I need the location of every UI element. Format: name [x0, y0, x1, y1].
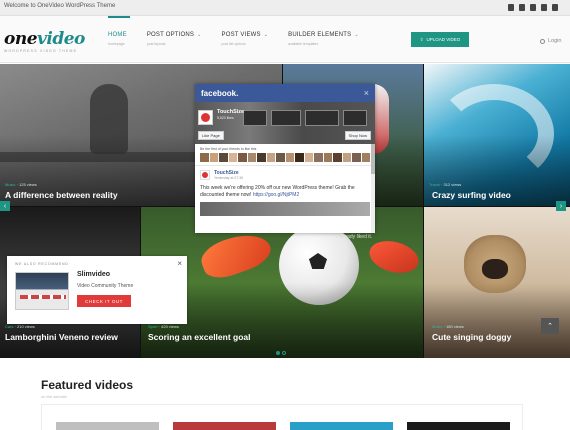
video-meta: Music · 125 views: [5, 182, 37, 187]
friend-avatar[interactable]: [266, 153, 275, 162]
video-meta: Sport · 420 views: [148, 324, 179, 329]
video-title[interactable]: A difference between reality: [5, 190, 118, 200]
close-icon[interactable]: ×: [177, 259, 182, 268]
promo-name: Slimvideo: [77, 271, 111, 278]
featured-thumbnail[interactable]: [290, 422, 393, 430]
close-icon[interactable]: ×: [364, 88, 369, 98]
chevron-down-icon: ⌄: [263, 32, 269, 38]
slider-dot[interactable]: [276, 351, 280, 355]
facebook-icon[interactable]: [508, 4, 514, 11]
recommend-heading: WE ALSO RECOMMEND: [15, 262, 69, 266]
login-link[interactable]: Login: [540, 38, 561, 44]
friend-avatar[interactable]: [361, 153, 370, 162]
active-indicator: [108, 16, 130, 18]
top-bar: Welcome to OneVideo WordPress Theme: [0, 0, 570, 16]
featured-thumbnail[interactable]: [56, 422, 159, 430]
friend-avatar[interactable]: [323, 153, 332, 162]
recommend-popup: WE ALSO RECOMMEND × Slimvideo Video Comm…: [7, 256, 187, 324]
page-name[interactable]: TouchSize: [217, 109, 244, 115]
facebook-popup: facebook. × TouchSize 5,523 likes Like P…: [195, 84, 375, 233]
site-logo[interactable]: onevideo: [4, 29, 85, 49]
facebook-logo: facebook.: [201, 88, 239, 98]
friends-likes: Be the first of your friends to like thi…: [195, 144, 375, 166]
youtube-icon[interactable]: [552, 4, 558, 11]
upload-video-button[interactable]: ⇧ UPLOAD VIDEO: [411, 32, 469, 47]
post-avatar: [200, 170, 210, 180]
page-likes: 5,523 likes: [217, 116, 234, 120]
video-tile[interactable]: Travel · 312 views Crazy surfing video: [424, 64, 570, 206]
main-nav: HOME homepage POST OPTIONS ⌄ post layouts…: [108, 16, 379, 46]
friend-avatar[interactable]: [314, 153, 323, 162]
twitter-icon[interactable]: [519, 4, 525, 11]
friend-avatar[interactable]: [342, 153, 351, 162]
nav-item-post-options[interactable]: POST OPTIONS ⌄ post layouts: [147, 32, 202, 46]
friend-avatar[interactable]: [304, 153, 313, 162]
nav-item-builder-elements[interactable]: BUILDER ELEMENTS ⌄ available templates: [288, 32, 359, 46]
video-title[interactable]: Lamborghini Veneno review: [5, 332, 118, 342]
rss-icon[interactable]: [530, 4, 536, 11]
video-meta: Cars · 210 views: [5, 324, 35, 329]
promo-description: Video Community Theme: [77, 283, 134, 289]
facebook-page-cover: TouchSize 5,523 likes Like Page Shop Now: [195, 102, 375, 144]
friend-avatar[interactable]: [257, 153, 266, 162]
slider-dots: [276, 351, 286, 355]
featured-thumbnails: [56, 422, 510, 430]
featured-subtitle: on the website: [41, 394, 67, 399]
slider-dot[interactable]: [282, 351, 286, 355]
nav-item-home[interactable]: HOME homepage: [108, 16, 130, 46]
chevron-down-icon: ⌄: [354, 32, 359, 38]
scroll-to-top-button[interactable]: ⌃: [541, 318, 559, 334]
chevron-up-icon: ⌃: [547, 323, 553, 330]
site-tagline: WORDPRESS VIDEO THEME: [4, 49, 78, 53]
promo-thumbnail[interactable]: [15, 272, 69, 310]
friend-avatar[interactable]: [352, 153, 361, 162]
friend-avatar[interactable]: [285, 153, 294, 162]
friend-avatar[interactable]: [209, 153, 218, 162]
video-title[interactable]: Scoring an excellent goal: [148, 332, 251, 342]
chevron-down-icon: ⌄: [197, 32, 202, 38]
video-title[interactable]: Cute singing doggy: [432, 332, 511, 342]
friend-avatar[interactable]: [276, 153, 285, 162]
user-icon: [540, 38, 545, 44]
video-meta: Travel · 312 views: [429, 182, 462, 187]
page-avatar[interactable]: [198, 110, 213, 125]
friend-avatar[interactable]: [219, 153, 228, 162]
social-links: [508, 4, 558, 11]
check-it-out-button[interactable]: CHECK IT OUT: [77, 295, 131, 307]
friend-avatar[interactable]: [238, 153, 247, 162]
featured-thumbnail[interactable]: [407, 422, 510, 430]
friend-avatar[interactable]: [333, 153, 342, 162]
friend-avatar[interactable]: [228, 153, 237, 162]
friend-avatar[interactable]: [295, 153, 304, 162]
shop-now-button[interactable]: Shop Now: [344, 131, 371, 140]
welcome-text: Welcome to OneVideo WordPress Theme: [4, 3, 116, 9]
post-image[interactable]: [200, 201, 370, 216]
friend-avatars: [200, 153, 370, 162]
site-header: onevideo WORDPRESS VIDEO THEME HOME home…: [0, 16, 570, 63]
video-meta: Music · 180 views: [432, 324, 464, 329]
friend-avatar[interactable]: [247, 153, 256, 162]
slider-next-button[interactable]: ›: [556, 201, 566, 211]
nav-item-post-views[interactable]: POST VIEWS ⌄ post list options: [222, 32, 269, 46]
post-link[interactable]: https://goo.gl/NjtPM2: [253, 192, 299, 198]
facebook-header: facebook. ×: [195, 84, 375, 102]
featured-thumbnail[interactable]: [173, 422, 276, 430]
upload-icon: ⇧: [419, 36, 424, 42]
already-liked-link[interactable]: I already liked it.: [336, 234, 372, 240]
slider-prev-button[interactable]: ‹: [0, 201, 10, 211]
video-title[interactable]: Crazy surfing video: [432, 190, 511, 200]
video-tile[interactable]: Music · 180 views Cute singing doggy: [424, 207, 570, 358]
facebook-post: TouchSize Yesterday at 07:36 This week w…: [195, 166, 375, 220]
scrollbar[interactable]: [371, 144, 375, 233]
friend-avatar[interactable]: [200, 153, 209, 162]
like-page-button[interactable]: Like Page: [198, 131, 224, 140]
featured-title: Featured videos: [41, 378, 134, 392]
vimeo-icon[interactable]: [541, 4, 547, 11]
post-text: This week we're offering 20% off our new…: [200, 185, 355, 198]
post-date: Yesterday at 07:36: [214, 176, 244, 180]
